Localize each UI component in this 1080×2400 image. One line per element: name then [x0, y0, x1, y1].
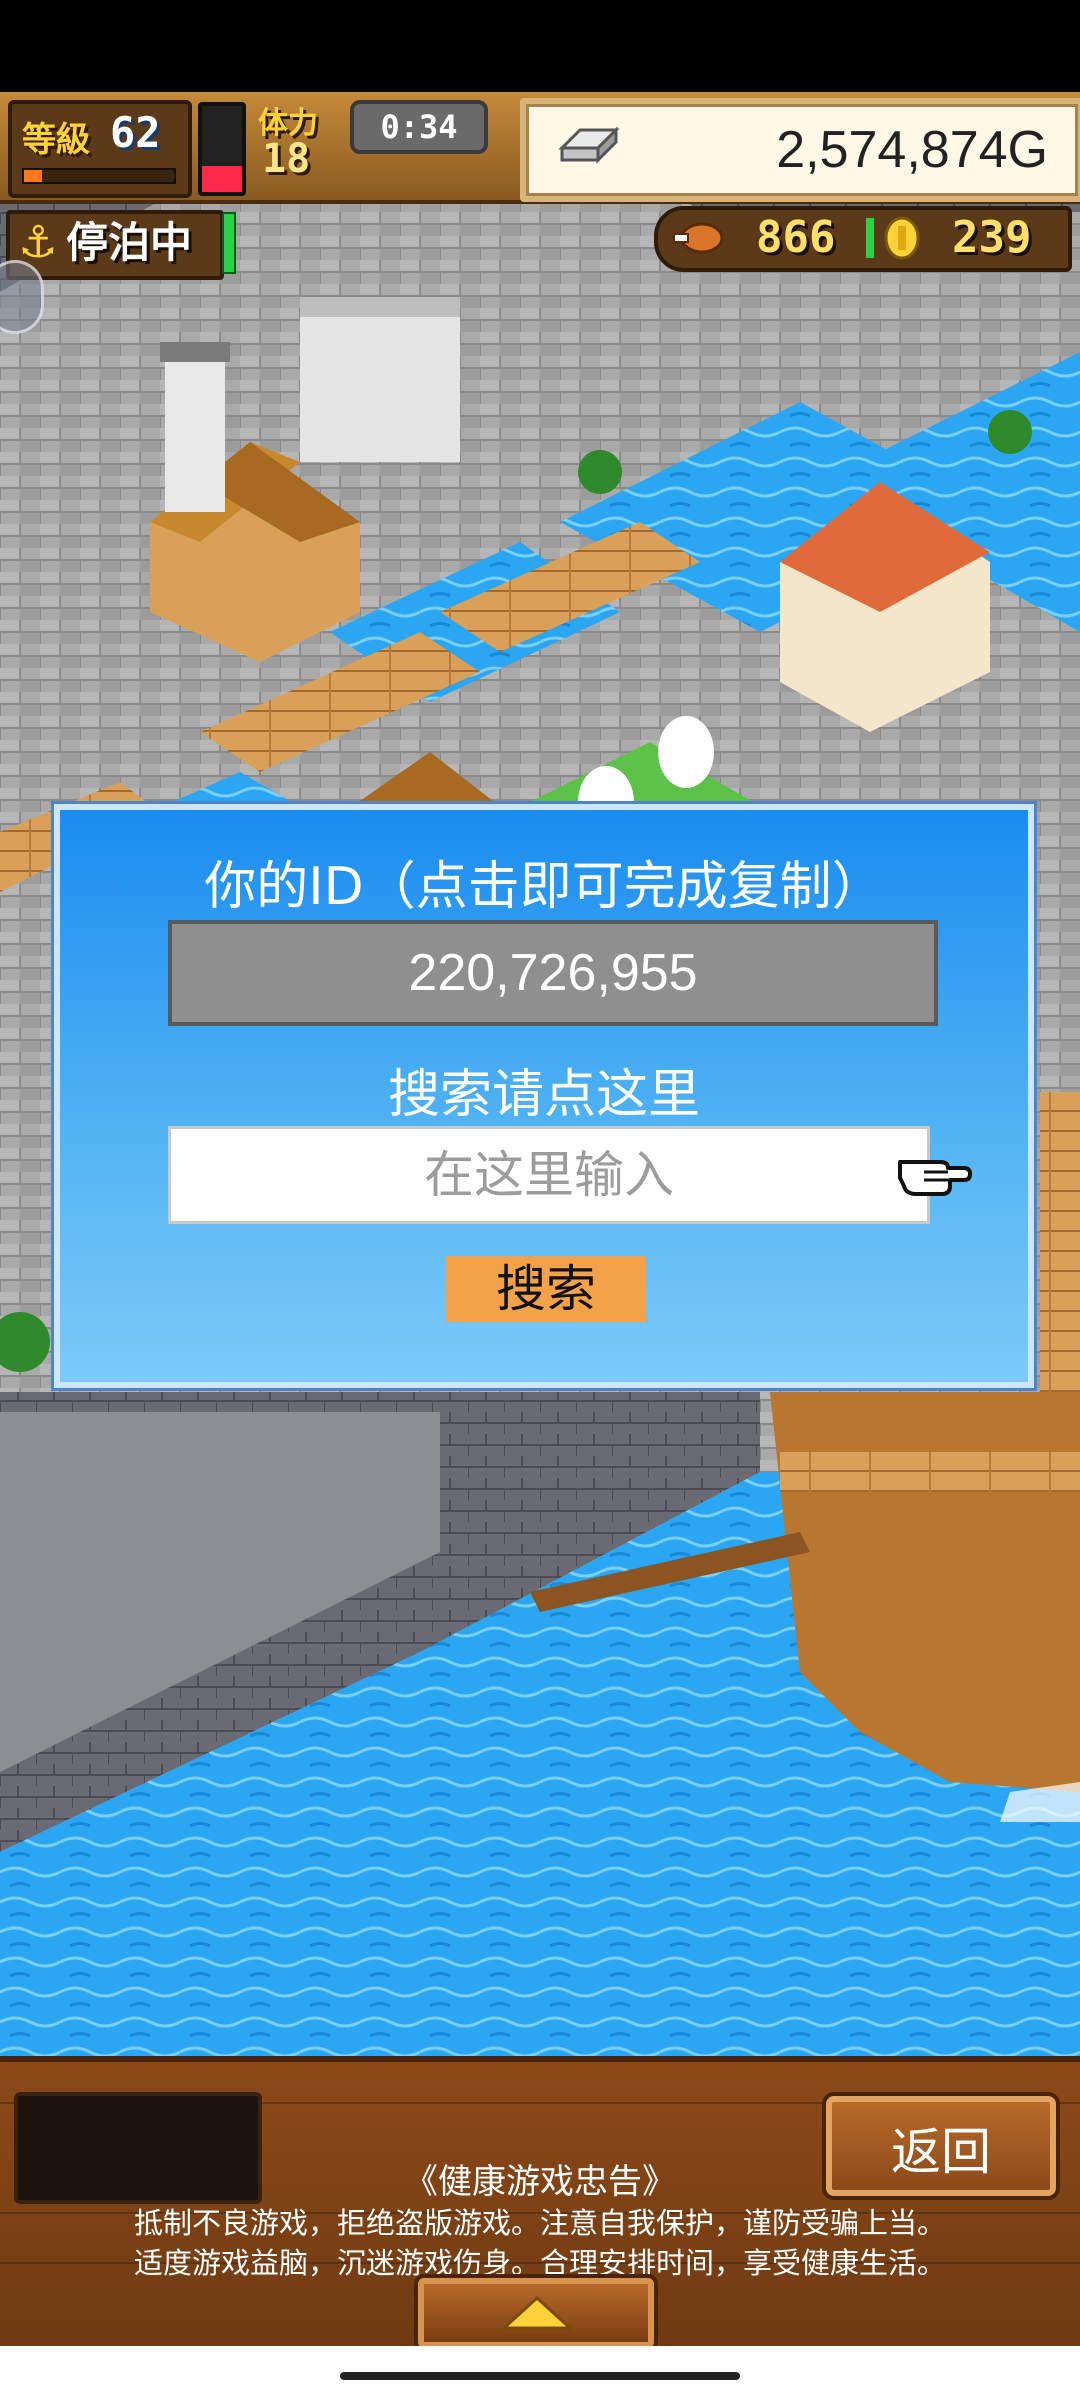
search-button[interactable]: 搜索	[446, 1256, 646, 1322]
port-status-indicator	[222, 212, 236, 274]
bottom-panel: 返回 《健康游戏忠告》 抵制不良游戏，拒绝盗版游戏。注意自我保护，谨防受骗上当。…	[0, 2056, 1080, 2352]
pointing-hand-icon	[898, 1160, 972, 1196]
level-panel[interactable]: 等級 62	[8, 100, 192, 198]
xp-bar	[22, 168, 176, 184]
port-status[interactable]: ⚓ 停泊中	[6, 210, 224, 280]
health-advisory-title: 《健康游戏忠告》	[404, 2162, 676, 2202]
player-id-copy-box[interactable]: 220,726,955	[168, 920, 938, 1026]
health-advisory-line-2: 适度游戏益脑，沉迷游戏伤身。合理安排时间，享受健康生活。	[133, 2246, 946, 2280]
stamina-value: 18	[262, 136, 311, 182]
player-id-dialog: 你的ID（点击即可完成复制） 220,726,955 搜索请点这里 搜索	[54, 804, 1034, 1388]
stamina-timer: 0:34	[350, 100, 488, 154]
resource-panel[interactable]: 866 239	[654, 206, 1072, 272]
triangle-up-icon	[502, 2296, 572, 2330]
home-indicator[interactable]	[340, 2372, 740, 2380]
search-label: 搜索请点这里	[387, 1065, 700, 1125]
resource-divider	[866, 218, 874, 258]
gold-panel[interactable]: 2,574,874G	[520, 98, 1080, 202]
xp-bar-fill	[24, 170, 42, 182]
stamina-gauge-fill	[202, 166, 242, 192]
level-label: 等級	[22, 120, 90, 160]
roast-meat-icon	[673, 222, 724, 254]
level-value: 62	[110, 108, 161, 157]
side-menu-button[interactable]	[0, 260, 44, 334]
health-advisory-line-1: 抵制不良游戏，拒绝盗版游戏。注意自我保护，谨防受骗上当。	[133, 2206, 946, 2240]
status-bar	[0, 0, 1080, 92]
silver-ingot-icon	[558, 126, 620, 164]
gold-coin-icon	[884, 216, 920, 260]
gold-amount: 2,574,874G	[776, 121, 1048, 179]
stamina-gauge	[198, 102, 246, 196]
top-hud: 等級 62 体力 18 0:34 2,574,874G	[0, 92, 1080, 204]
food-count: 866	[756, 212, 836, 263]
coin-count: 239	[952, 212, 1032, 263]
port-status-label: 停泊中	[66, 218, 193, 267]
search-input[interactable]	[168, 1126, 930, 1224]
dialog-title: 你的ID（点击即可完成复制）	[204, 857, 884, 917]
expand-menu-button[interactable]	[418, 2278, 654, 2348]
